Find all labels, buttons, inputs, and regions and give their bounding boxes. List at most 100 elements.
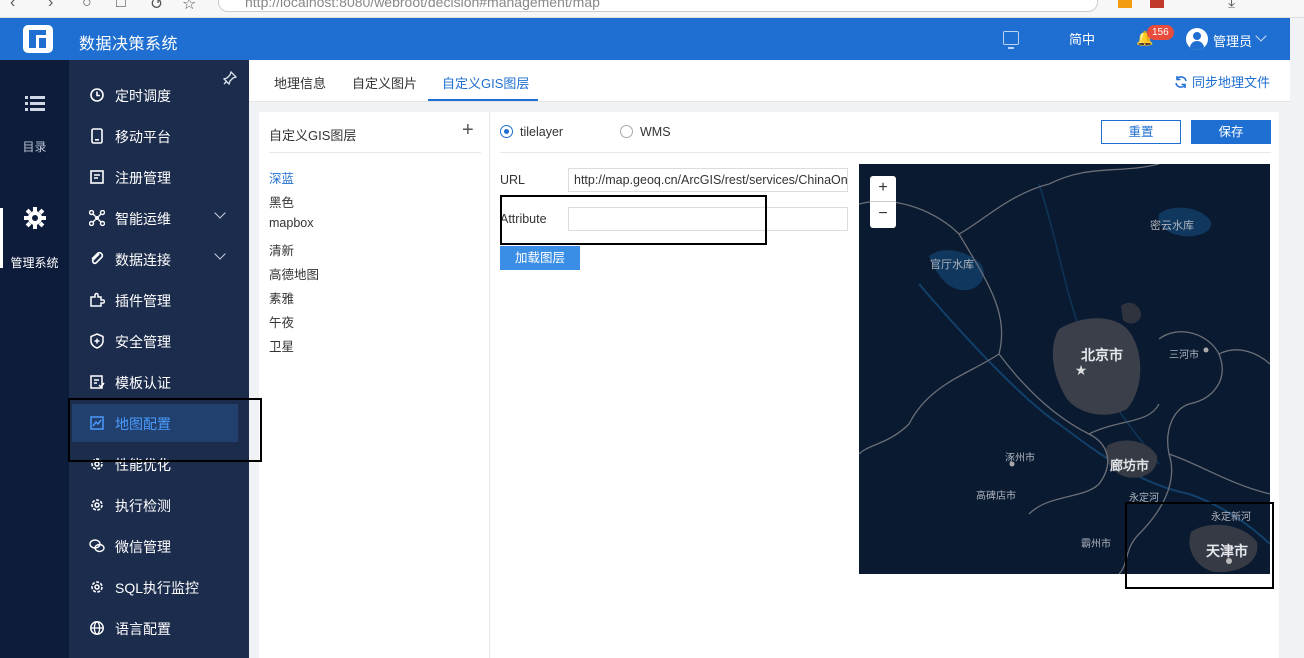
menu-item-register[interactable]: 注册管理 (69, 158, 249, 196)
map-label: 廊坊市 (1110, 458, 1149, 473)
zoom-out-button[interactable]: − (870, 202, 896, 228)
avatar[interactable] (1186, 28, 1208, 50)
undo-icon[interactable]: ↺ (150, 0, 163, 14)
side-rail: 目录 管理系统 (0, 60, 69, 658)
load-layer-button[interactable]: 加载图层 (500, 246, 580, 270)
layer-item[interactable]: 卫星 (269, 336, 294, 355)
sync-geo-files-button[interactable]: 同步地理文件 (1174, 72, 1270, 91)
layer-item[interactable]: 清新 (269, 240, 294, 259)
zoom-in-button[interactable]: + (870, 176, 896, 202)
url-label: URL (500, 173, 526, 187)
pin-icon[interactable] (223, 71, 237, 85)
layer-item[interactable]: mapbox (269, 216, 313, 230)
monitor-icon[interactable] (1003, 31, 1019, 49)
network-icon (89, 210, 105, 226)
admin-menu: 定时调度 移动平台 注册管理 智能运维 数据连接 插件管理 安全管理 模板认证 … (69, 60, 249, 658)
refresh-icon (1175, 76, 1187, 88)
map-label: 官厅水库 (930, 257, 974, 271)
menu-label: 语言配置 (115, 621, 171, 637)
menu-label: 注册管理 (115, 170, 171, 186)
mobile-icon (91, 128, 103, 144)
clock-icon (90, 88, 104, 102)
menu-item-ops[interactable]: 智能运维 (69, 199, 249, 237)
menu-label: 微信管理 (115, 539, 171, 555)
layer-list-title: 自定义GIS图层 (269, 128, 357, 143)
menu-label: 数据连接 (115, 252, 171, 268)
map-label: 密云水库 (1150, 218, 1194, 232)
menu-item-check[interactable]: 执行检测 (69, 486, 249, 524)
beijing-urban-area (1052, 318, 1141, 415)
capital-star-icon: ★ (1075, 362, 1088, 378)
list-icon (24, 96, 45, 111)
menu-label: SQL执行监控 (115, 580, 200, 596)
back-icon[interactable]: ‹ (10, 0, 15, 12)
flag-icon[interactable] (1150, 0, 1164, 8)
reload-icon[interactable]: ○ (82, 0, 92, 12)
gear-icon (91, 499, 103, 511)
menu-item-language[interactable]: 语言配置 (69, 609, 249, 647)
radio-label: tilelayer (520, 125, 564, 139)
radio-wms[interactable]: WMS (620, 125, 671, 139)
annotation-box (500, 195, 767, 245)
layer-item[interactable]: 深蓝 (269, 168, 294, 187)
extension-icon[interactable] (1118, 0, 1132, 8)
layer-item[interactable]: 素雅 (269, 288, 294, 307)
menu-label: 安全管理 (115, 334, 171, 350)
divider (269, 152, 481, 153)
user-name[interactable]: 管理员 (1213, 31, 1252, 50)
layer-item[interactable]: 午夜 (269, 312, 294, 331)
app-header: 数据决策系统 简中 🔔 156 管理员 (0, 18, 1290, 60)
layer-item[interactable]: 高德地图 (269, 264, 319, 283)
menu-item-wechat[interactable]: 微信管理 (69, 527, 249, 565)
menu-item-plugins[interactable]: 插件管理 (69, 281, 249, 319)
menu-item-security[interactable]: 安全管理 (69, 322, 249, 360)
map-label: 霸州市 (1081, 537, 1111, 550)
menu-label: 智能运维 (115, 211, 171, 227)
menu-item-mobile[interactable]: 移动平台 (69, 117, 249, 155)
rail-item-label: 目录 (22, 140, 47, 154)
shield-icon (90, 333, 104, 349)
radio-dot (620, 125, 633, 138)
menu-label: 执行检测 (115, 498, 171, 514)
radio-tilelayer[interactable]: tilelayer (500, 125, 563, 139)
layer-item[interactable]: 黑色 (269, 192, 294, 211)
address-bar[interactable]: http://localhost:8080/webroot/decision#m… (218, 0, 1098, 12)
menu-item-schedule[interactable]: 定时调度 (69, 76, 249, 114)
url-input[interactable]: http://map.geoq.cn/ArcGIS/rest/services/… (568, 168, 848, 192)
menu-item-template[interactable]: 模板认证 (69, 363, 249, 401)
tab-custom-gis-layer[interactable]: 自定义GIS图层 (442, 73, 529, 92)
menu-item-sql[interactable]: SQL执行监控 (69, 568, 249, 606)
rail-item-catalog[interactable]: 目录 (0, 95, 69, 155)
app-logo-icon (23, 25, 53, 53)
city-dot (1203, 347, 1209, 353)
rail-item-label: 管理系统 (10, 256, 59, 270)
tab-bar: 地理信息 自定义图片 自定义GIS图层 同步地理文件 (249, 60, 1290, 102)
save-button[interactable]: 保存 (1191, 120, 1271, 144)
chevron-down-icon (214, 248, 226, 260)
reset-button[interactable]: 重置 (1101, 120, 1181, 144)
add-icon[interactable]: + (462, 119, 474, 142)
rail-item-admin[interactable]: 管理系统 (0, 207, 69, 271)
menu-label: 移动平台 (115, 129, 171, 145)
active-tab-indicator (428, 99, 538, 101)
forward-icon[interactable]: › (48, 0, 53, 12)
chevron-down-icon[interactable] (1255, 30, 1267, 42)
language-switch[interactable]: 简中 (1069, 29, 1095, 48)
browser-toolbar: ‹ › ○ □ ↺ ☆ http://localhost:8080/webroo… (0, 0, 1304, 18)
download-icon[interactable]: ⤓ (1228, 0, 1235, 12)
annotation-box (1125, 502, 1274, 589)
map-label: 高碑店市 (976, 489, 1016, 502)
tab-geo-info[interactable]: 地理信息 (274, 73, 326, 92)
tab-custom-image[interactable]: 自定义图片 (352, 73, 417, 92)
gear-icon (23, 207, 46, 229)
urban-area (1121, 302, 1141, 324)
app-title: 数据决策系统 (79, 36, 179, 53)
puzzle-icon (90, 292, 105, 307)
menu-item-datalink[interactable]: 数据连接 (69, 240, 249, 278)
home-icon[interactable]: □ (116, 0, 126, 12)
chevron-down-icon (214, 207, 226, 219)
map-label: 北京市 (1081, 347, 1123, 363)
star-icon[interactable]: ☆ (182, 0, 196, 14)
layer-list-panel: 自定义GIS图层 + 深蓝 黑色 mapbox 清新 高德地图 素雅 午夜 卫星 (259, 112, 489, 658)
map-label: 涿州市 (1005, 451, 1035, 464)
